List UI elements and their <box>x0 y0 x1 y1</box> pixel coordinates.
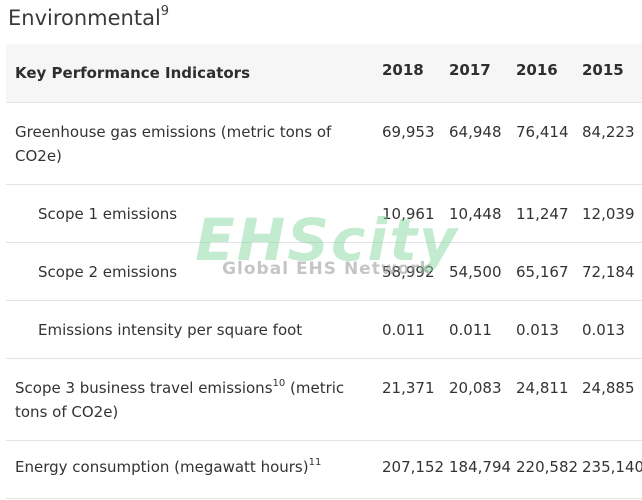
row-value-2017: 20,083 <box>449 379 502 397</box>
row-label-footnote: 10 <box>272 378 286 389</box>
row-label: Scope 1 emissions <box>38 205 178 223</box>
row-value-2017: 10,448 <box>449 205 502 223</box>
header-year-2015: 2015 <box>582 61 624 79</box>
row-value-2017: 64,948 <box>449 123 502 141</box>
row-value-2018: 58,992 <box>382 263 435 281</box>
section-title-footnote: 9 <box>160 4 170 19</box>
row-value-2015: 0.013 <box>582 321 625 339</box>
header-year-2016: 2016 <box>516 61 558 79</box>
row-value-2015: 235,140 <box>582 458 642 476</box>
row-value-2018: 21,371 <box>382 379 435 397</box>
row-label-text: Energy consumption (megawatt hours) <box>15 458 309 476</box>
table-header-row: Key Performance Indicators 2018 2017 201… <box>6 44 642 103</box>
row-value-2016: 65,167 <box>516 263 569 281</box>
row-value-2015: 12,039 <box>582 205 635 223</box>
row-value-2016: 11,247 <box>516 205 569 223</box>
row-value-2018: 0.011 <box>382 321 425 339</box>
row-value-2016: 0.013 <box>516 321 559 339</box>
row-value-2016: 220,582 <box>516 458 579 476</box>
header-year-2017: 2017 <box>449 61 491 79</box>
row-value-2015: 84,223 <box>582 123 635 141</box>
header-kpi: Key Performance Indicators <box>15 64 250 82</box>
table-row: Greenhouse gas emissions (metric tons of… <box>6 103 642 185</box>
row-label-footnote: 11 <box>308 457 322 468</box>
row-label: Scope 3 business travel emissions10 (met… <box>15 376 371 424</box>
row-value-2018: 69,953 <box>382 123 435 141</box>
row-value-2017: 0.011 <box>449 321 492 339</box>
table-row: Scope 1 emissions 10,961 10,448 11,247 1… <box>6 185 642 243</box>
row-label: Scope 2 emissions <box>38 263 178 281</box>
table-row: Scope 2 emissions 58,992 54,500 65,167 7… <box>6 243 642 301</box>
row-value-2018: 207,152 <box>382 458 445 476</box>
row-label: Greenhouse gas emissions (metric tons of… <box>15 123 332 165</box>
table-row: Energy consumption (megawatt hours)11 20… <box>6 441 642 499</box>
header-year-2018: 2018 <box>382 61 424 79</box>
row-value-2015: 72,184 <box>582 263 635 281</box>
row-value-2018: 10,961 <box>382 205 435 223</box>
row-label: Energy consumption (megawatt hours)11 <box>15 455 321 479</box>
table-row: Scope 3 business travel emissions10 (met… <box>6 359 642 441</box>
table-row: Emissions intensity per square foot 0.01… <box>6 301 642 359</box>
row-value-2016: 76,414 <box>516 123 569 141</box>
section-title: Environmental9 <box>8 4 170 30</box>
row-label: Emissions intensity per square foot <box>38 321 303 339</box>
row-value-2017: 54,500 <box>449 263 502 281</box>
row-value-2016: 24,811 <box>516 379 569 397</box>
section-title-text: Environmental <box>8 6 161 30</box>
row-value-2015: 24,885 <box>582 379 635 397</box>
kpi-table: Key Performance Indicators 2018 2017 201… <box>6 44 642 499</box>
row-label-text: Scope 3 business travel emissions <box>15 379 273 397</box>
row-value-2017: 184,794 <box>449 458 512 476</box>
